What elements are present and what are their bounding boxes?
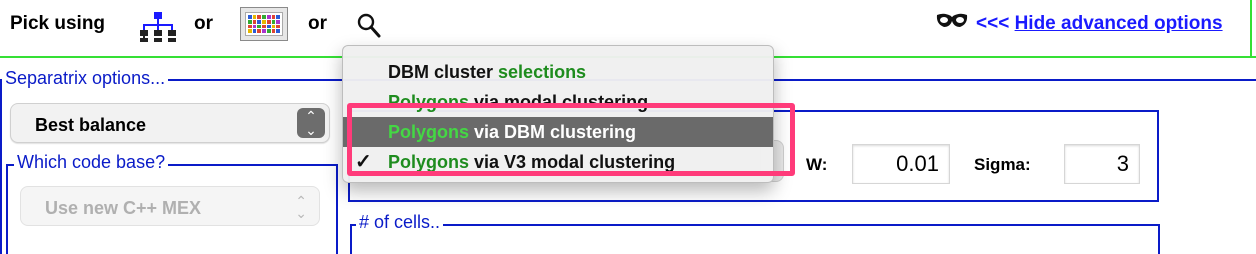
hide-prefix: <<<: [976, 13, 1015, 34]
hide-link-text: Hide advanced options: [1014, 13, 1223, 34]
w-field[interactable]: 0.01: [852, 144, 950, 184]
highlight-box: [347, 103, 795, 176]
cells-panel: [350, 224, 1160, 254]
tree-icon[interactable]: [140, 12, 176, 42]
w-label: W:: [806, 155, 828, 174]
menu-item-dbm-selections[interactable]: DBM cluster selections: [343, 57, 773, 87]
toolbar-right-border: [1250, 0, 1252, 58]
grid-icon[interactable]: [240, 7, 288, 41]
mask-icon: [936, 13, 968, 27]
codebase-popup[interactable]: Use new C++ MEX ⌃ ⌄: [20, 186, 320, 226]
up-down-chevron-icon: ⌃ ⌄: [297, 108, 325, 138]
or-label-2: or: [308, 13, 327, 34]
codebase-chevron-icon: ⌃ ⌄: [295, 193, 307, 221]
pick-using-label: Pick using: [10, 13, 106, 34]
balance-popup-value: Best balance: [35, 115, 147, 135]
magnifier-icon[interactable]: [356, 12, 382, 40]
codebase-legend: Which code base?: [14, 152, 169, 173]
cells-legend: # of cells..: [356, 212, 444, 233]
menu-item-green-text: selections: [498, 62, 587, 82]
separatrix-legend: Separatrix options...: [2, 68, 169, 89]
sigma-field[interactable]: 3: [1064, 144, 1140, 184]
balance-popup[interactable]: Best balance ⌃ ⌄: [10, 103, 330, 143]
menu-item-text: DBM cluster: [388, 62, 499, 82]
or-label-1: or: [194, 13, 213, 34]
hide-advanced-link[interactable]: <<< Hide advanced options: [976, 13, 1223, 35]
sigma-label: Sigma:: [974, 155, 1031, 174]
codebase-popup-value: Use new C++ MEX: [45, 198, 202, 218]
